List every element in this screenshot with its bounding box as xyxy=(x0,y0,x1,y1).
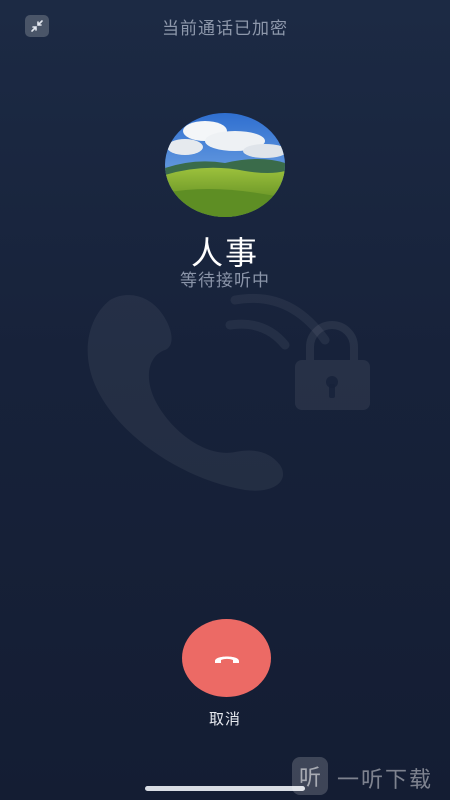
site-watermark-text: 一听下载 xyxy=(337,768,434,793)
hangup-label: 取消 xyxy=(208,710,241,728)
home-indicator[interactable] xyxy=(145,786,305,791)
phone-hangup-icon xyxy=(214,656,239,663)
hangup-button[interactable] xyxy=(182,619,271,697)
encrypted-call-watermark-icon xyxy=(87,293,370,491)
encryption-notice: 当前通话已加密 xyxy=(162,19,288,39)
contact-avatar xyxy=(165,113,285,217)
call-status: 等待接听中 xyxy=(180,271,270,291)
site-logo-icon: 听 xyxy=(292,757,328,795)
